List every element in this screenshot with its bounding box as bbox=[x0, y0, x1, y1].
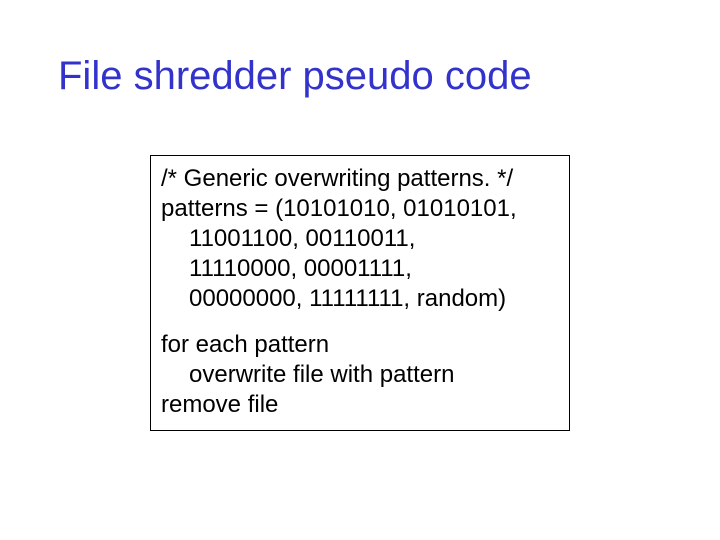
loop-block: for each pattern overwrite file with pat… bbox=[161, 330, 559, 420]
patterns-block: /* Generic overwriting patterns. */ patt… bbox=[161, 164, 559, 314]
pseudocode-box: /* Generic overwriting patterns. */ patt… bbox=[150, 155, 570, 431]
code-line: 11110000, 00001111, bbox=[161, 254, 559, 284]
slide-title: File shredder pseudo code bbox=[58, 54, 532, 99]
slide: File shredder pseudo code /* Generic ove… bbox=[0, 0, 720, 540]
code-line: patterns = (10101010, 01010101, bbox=[161, 194, 559, 224]
code-line: /* Generic overwriting patterns. */ bbox=[161, 164, 559, 194]
code-line: 00000000, 11111111, random) bbox=[161, 284, 559, 314]
code-line: 11001100, 00110011, bbox=[161, 224, 559, 254]
code-line: remove file bbox=[161, 390, 559, 420]
code-line: for each pattern bbox=[161, 330, 559, 360]
code-line: overwrite file with pattern bbox=[161, 360, 559, 390]
